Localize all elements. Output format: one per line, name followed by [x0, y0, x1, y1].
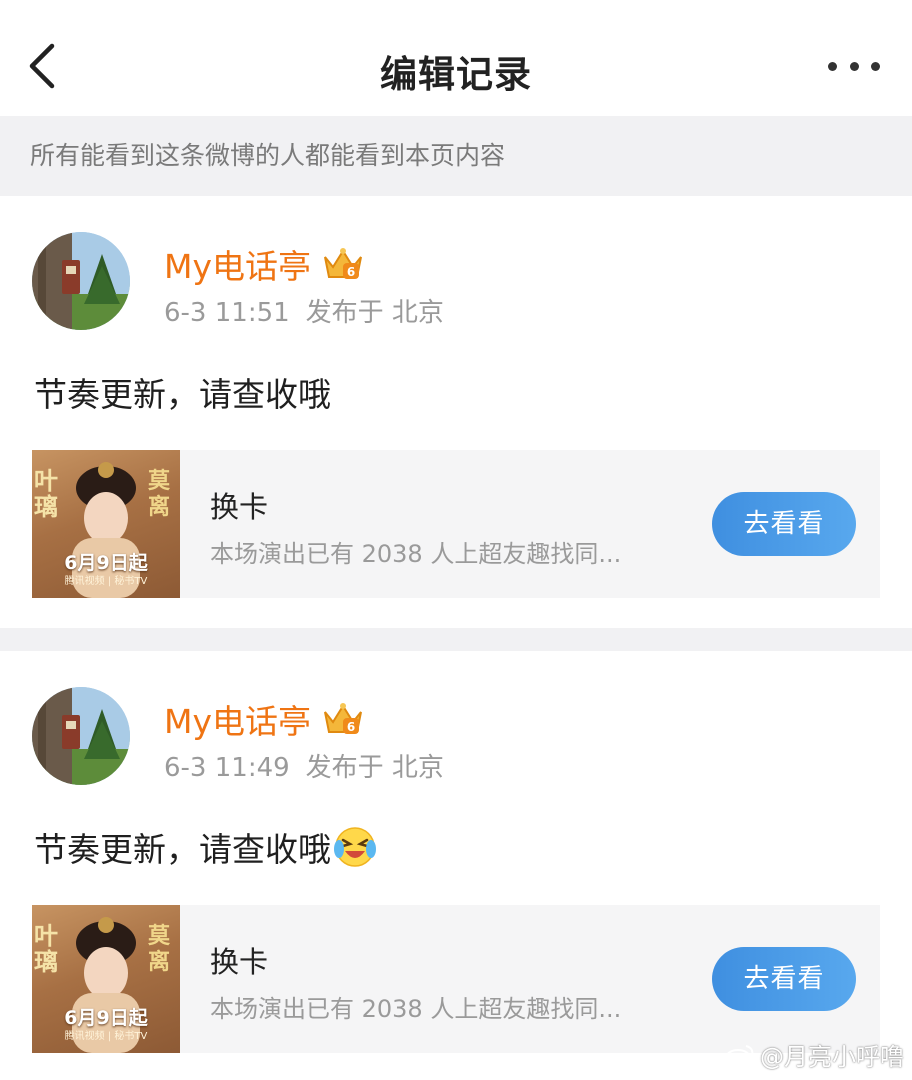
- link-card[interactable]: 叶璃 莫离 6月9日起 腾讯视频 | 秘书TV 换卡 本场演出已有 2038 人…: [32, 905, 880, 1053]
- edit-history-page: 编辑记录 所有能看到这条微博的人都能看到本页内容 My电话亭 6 6-3 11:…: [0, 0, 912, 1080]
- page-title: 编辑记录: [380, 53, 532, 96]
- username-text: My电话亭: [164, 247, 312, 286]
- card-title: 换卡: [210, 945, 269, 979]
- poster-image: 叶璃 莫离 6月9日起 腾讯视频 | 秘书TV: [32, 450, 180, 598]
- svg-text:6: 6: [347, 720, 355, 734]
- laughing-crying-emoji-icon: [334, 827, 376, 867]
- post-text-content: 节奏更新，请查收哦: [34, 375, 331, 414]
- poster-title-2: 莫离: [148, 468, 171, 520]
- post-text-content: 节奏更新，请查收哦: [34, 830, 331, 869]
- poster-title: 叶璃: [34, 921, 58, 976]
- crown-badge-icon: 6: [324, 248, 362, 279]
- link-card[interactable]: 叶璃 莫离 6月9日起 腾讯视频 | 秘书TV 换卡 本场演出已有 2038 人…: [32, 450, 880, 598]
- username[interactable]: My电话亭 6: [164, 240, 365, 288]
- username-text: My电话亭: [164, 702, 312, 741]
- card-description: 本场演出已有 2038 人上超友趣找同...: [210, 995, 622, 1023]
- poster-image: 叶璃 莫离 6月9日起 腾讯视频 | 秘书TV: [32, 905, 180, 1053]
- card-description: 本场演出已有 2038 人上超友趣找同...: [210, 540, 622, 568]
- crown-badge-icon: 6: [324, 703, 362, 734]
- post-meta: 6-3 11:51 发布于 北京: [164, 292, 444, 329]
- username[interactable]: My电话亭 6: [164, 695, 365, 743]
- post-time: 6-3 11:49: [164, 753, 290, 783]
- go-see-button[interactable]: 去看看: [712, 492, 856, 556]
- more-dots-icon[interactable]: [828, 60, 880, 72]
- watermark: @月亮小呼噜: [724, 1037, 904, 1072]
- edit-record: My电话亭 6 6-3 11:49 发布于 北京 节奏更新，请查收哦 叶璃 莫离…: [0, 651, 912, 1080]
- post-time: 6-3 11:51: [164, 298, 290, 328]
- weibo-logo-icon: [725, 1044, 754, 1067]
- poster-date: 6月9日起: [64, 552, 148, 574]
- visibility-notice: 所有能看到这条微博的人都能看到本页内容: [0, 116, 912, 196]
- avatar[interactable]: [32, 687, 130, 785]
- edit-record: My电话亭 6 6-3 11:51 发布于 北京 节奏更新，请查收哦 叶璃 莫离…: [0, 196, 912, 628]
- post-location: 发布于 北京: [305, 298, 444, 328]
- avatar[interactable]: [32, 232, 130, 330]
- poster-platform: 腾讯视频 | 秘书TV: [64, 1031, 148, 1042]
- post-location: 发布于 北京: [305, 753, 444, 783]
- post-text: 节奏更新，请查收哦: [34, 368, 331, 416]
- card-title: 换卡: [210, 490, 269, 524]
- watermark-text: @月亮小呼噜: [760, 1043, 904, 1071]
- nav-header: 编辑记录: [0, 0, 912, 116]
- poster-title-2: 莫离: [148, 923, 171, 975]
- poster-title: 叶璃: [34, 466, 58, 521]
- poster-platform: 腾讯视频 | 秘书TV: [64, 576, 148, 587]
- post-text: 节奏更新，请查收哦: [34, 823, 377, 871]
- poster-date: 6月9日起: [64, 1007, 148, 1029]
- post-meta: 6-3 11:49 发布于 北京: [164, 747, 444, 784]
- divider: [0, 628, 912, 651]
- go-see-button[interactable]: 去看看: [712, 947, 856, 1011]
- svg-text:6: 6: [347, 265, 355, 279]
